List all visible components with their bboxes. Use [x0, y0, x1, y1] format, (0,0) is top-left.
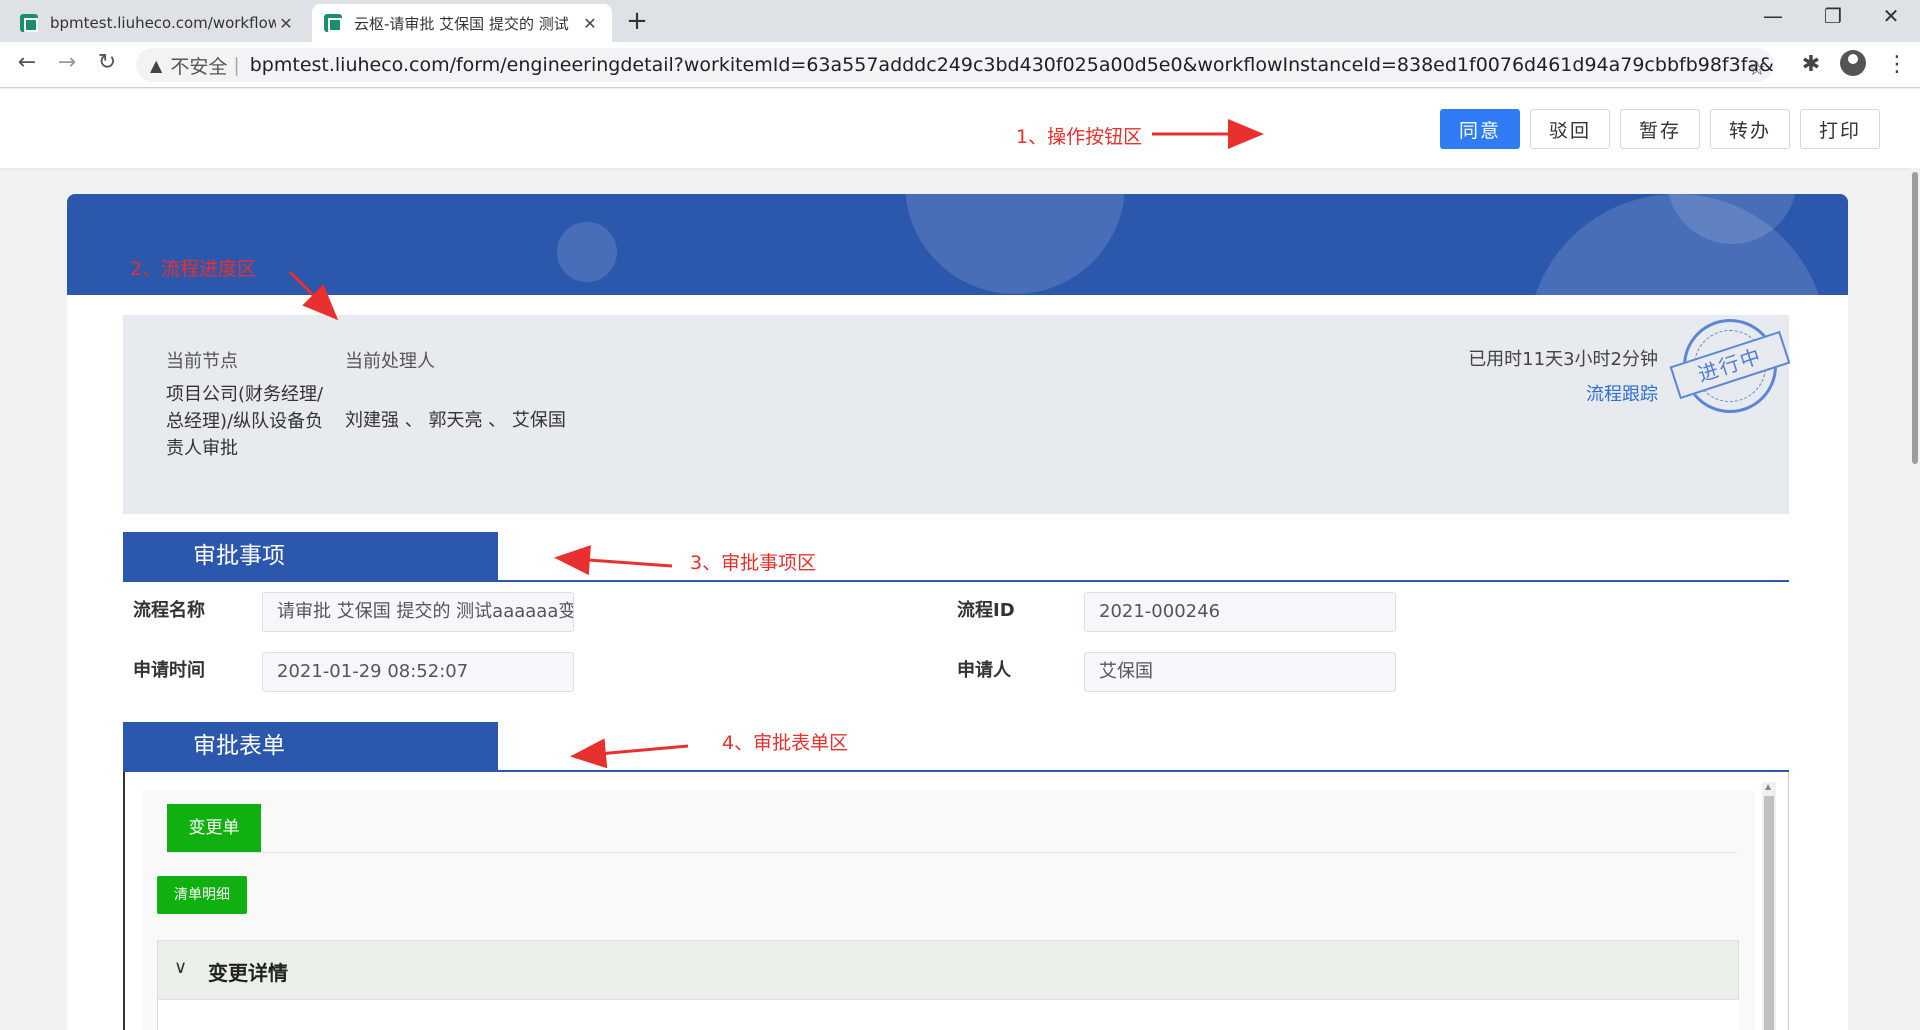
- change-details-body: [157, 1000, 1739, 1030]
- warning-triangle-icon[interactable]: ▲: [150, 56, 162, 75]
- omnibox-separator: |: [233, 54, 240, 76]
- new-tab-button[interactable]: +: [622, 6, 652, 36]
- profile-avatar-icon[interactable]: [1840, 50, 1866, 76]
- more-menu-icon[interactable]: ⋮: [1882, 52, 1912, 77]
- annotation-operation-buttons: 1、操作按钮区: [1016, 126, 1143, 148]
- current-node-label: 当前节点: [166, 351, 238, 372]
- apply-time-field[interactable]: 2021-01-29 08:52:07: [262, 652, 574, 692]
- bookmark-star-icon[interactable]: ☆: [1748, 56, 1766, 80]
- window-close-button[interactable]: ✕: [1868, 4, 1914, 28]
- banner-decoration: [557, 222, 617, 282]
- apply-time-label: 申请时间: [133, 660, 205, 681]
- page-scrollbar[interactable]: [1910, 168, 1920, 1030]
- banner-decoration: [905, 194, 1125, 294]
- operation-toolbar: 同意 驳回 暂存 转办 打印: [0, 89, 1920, 168]
- annotation-progress-area: 2、流程进度区: [130, 258, 257, 280]
- approval-form-header: 审批表单: [123, 722, 1789, 772]
- page-scrollbar-thumb[interactable]: [1912, 172, 1918, 464]
- annotation-approval-form: 4、审批表单区: [722, 732, 849, 754]
- window-minimize-button[interactable]: —: [1750, 4, 1796, 28]
- browser-tab-form[interactable]: 云枢-请审批 艾保国 提交的 测试 ✕: [312, 4, 612, 42]
- site-favicon-icon: [20, 14, 38, 32]
- site-favicon-icon: [324, 14, 342, 32]
- window-restore-button[interactable]: ❐: [1810, 4, 1856, 28]
- print-button[interactable]: 打印: [1800, 109, 1880, 149]
- annotation-approval-items: 3、审批事项区: [690, 552, 817, 574]
- process-progress-area: 当前节点 项目公司(财务经理/ 总经理)/纵队设备负 责人审批 当前处理人 刘建…: [123, 315, 1791, 514]
- approval-form-title: 审批表单: [123, 722, 498, 770]
- form-scrollbar[interactable]: ▲: [1762, 782, 1776, 1030]
- applicant-field[interactable]: 艾保国: [1084, 652, 1396, 692]
- browser-address-bar: ← → ↻ ▲ 不安全 | bpmtest.liuheco.com/form/e…: [0, 42, 1920, 88]
- tab-close-icon[interactable]: ✕: [580, 14, 600, 33]
- url-omnibox[interactable]: ▲ 不安全 | bpmtest.liuheco.com/form/enginee…: [136, 48, 1774, 82]
- elapsed-time: 已用时11天3小时2分钟: [1468, 349, 1658, 370]
- scroll-up-icon[interactable]: ▲: [1765, 782, 1771, 791]
- approval-items-title: 审批事项: [123, 532, 498, 580]
- applicant-label: 申请人: [957, 660, 1011, 681]
- browser-tab-workflow[interactable]: bpmtest.liuheco.com/workflow ✕: [8, 4, 308, 42]
- chevron-down-icon[interactable]: ∨: [174, 957, 187, 978]
- forward-arrow-icon[interactable]: →: [52, 50, 82, 75]
- security-status: 不安全: [170, 55, 228, 78]
- form-content: 变更单 清单明细 ∨ 变更详情: [143, 790, 1755, 1030]
- current-handlers: 刘建强 、 郭天亮 、 艾保国: [345, 410, 566, 431]
- extensions-puzzle-icon[interactable]: ✱: [1796, 52, 1826, 77]
- transfer-button[interactable]: 转办: [1710, 109, 1790, 149]
- process-trace-link[interactable]: 流程跟踪: [1586, 380, 1658, 406]
- browser-tab-bar: bpmtest.liuheco.com/workflow ✕ 云枢-请审批 艾保…: [0, 0, 1920, 42]
- tab-title: bpmtest.liuheco.com/workflow: [50, 14, 276, 32]
- agree-button[interactable]: 同意: [1440, 109, 1520, 149]
- tab-divider: [167, 852, 1737, 853]
- current-node-line: 总经理)/纵队设备负: [166, 411, 324, 432]
- back-arrow-icon[interactable]: ←: [12, 50, 42, 75]
- change-details-section[interactable]: ∨ 变更详情: [157, 940, 1739, 1000]
- reload-icon[interactable]: ↻: [92, 50, 122, 75]
- reject-button[interactable]: 驳回: [1530, 109, 1610, 149]
- tab-close-icon[interactable]: ✕: [276, 14, 296, 33]
- flow-name-field[interactable]: 请审批 艾保国 提交的 测试aaaaaa变: [262, 592, 574, 632]
- workflow-detail-card: 当前节点 项目公司(财务经理/ 总经理)/纵队设备负 责人审批 当前处理人 刘建…: [67, 194, 1848, 1030]
- flow-id-label: 流程ID: [957, 600, 1015, 621]
- in-progress-stamp-icon: 进行中: [1669, 319, 1791, 413]
- approval-form-frame: 变更单 清单明细 ∨ 变更详情 ▲: [123, 772, 1789, 1030]
- form-scrollbar-thumb[interactable]: [1764, 796, 1774, 1030]
- approval-items-header: 审批事项: [123, 532, 1789, 582]
- current-node-line: 责人审批: [166, 438, 238, 459]
- current-node-value: 项目公司(财务经理/ 总经理)/纵队设备负 责人审批: [166, 381, 323, 462]
- current-node-line: 项目公司(财务经理/: [166, 384, 324, 405]
- tab-change-order[interactable]: 变更单: [167, 804, 261, 852]
- url-text[interactable]: bpmtest.liuheco.com/form/engineeringdeta…: [250, 54, 1774, 76]
- current-handler-label: 当前处理人: [345, 351, 435, 372]
- list-detail-button[interactable]: 清单明细: [157, 876, 247, 914]
- change-details-title: 变更详情: [208, 961, 288, 985]
- flow-name-label: 流程名称: [133, 600, 205, 621]
- tab-title: 云枢-请审批 艾保国 提交的 测试: [354, 14, 569, 33]
- save-draft-button[interactable]: 暂存: [1620, 109, 1700, 149]
- header-banner: [67, 194, 1848, 295]
- flow-id-field[interactable]: 2021-000246: [1084, 592, 1396, 632]
